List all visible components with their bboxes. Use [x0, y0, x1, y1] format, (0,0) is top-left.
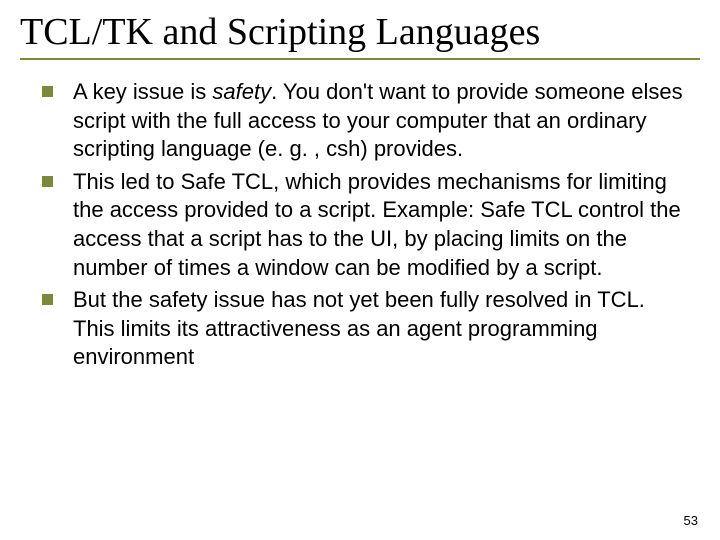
- slide: TCL/TK and Scripting Languages A key iss…: [0, 0, 720, 540]
- slide-body: A key issue is safety. You don't want to…: [20, 78, 700, 372]
- bullet-item: This led to Safe TCL, which provides mec…: [42, 168, 690, 282]
- bullet-text-pre: A key issue is: [73, 79, 212, 104]
- bullet-marker-icon: [42, 294, 53, 305]
- bullet-text-pre: But the safety issue has not yet been fu…: [73, 287, 645, 369]
- bullet-text: A key issue is safety. You don't want to…: [73, 78, 690, 164]
- bullet-item: A key issue is safety. You don't want to…: [42, 78, 690, 164]
- slide-title: TCL/TK and Scripting Languages: [20, 10, 700, 54]
- bullet-text-pre: This led to Safe TCL, which provides mec…: [73, 169, 681, 280]
- bullet-marker-icon: [42, 86, 53, 97]
- page-number: 53: [684, 513, 698, 528]
- bullet-marker-icon: [42, 176, 53, 187]
- bullet-text: But the safety issue has not yet been fu…: [73, 286, 690, 372]
- title-container: TCL/TK and Scripting Languages: [20, 10, 700, 60]
- bullet-text: This led to Safe TCL, which provides mec…: [73, 168, 690, 282]
- bullet-text-em: safety: [212, 79, 271, 104]
- bullet-item: But the safety issue has not yet been fu…: [42, 286, 690, 372]
